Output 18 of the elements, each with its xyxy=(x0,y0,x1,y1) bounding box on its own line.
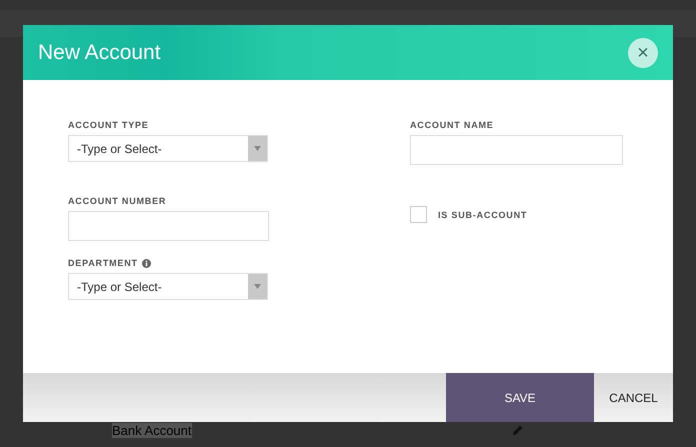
cancel-button[interactable]: CANCEL xyxy=(594,373,673,422)
field-label: DEPARTMENT xyxy=(68,258,138,268)
dialog-title: New Account xyxy=(38,40,161,64)
field-label: ACCOUNT TYPE xyxy=(68,120,149,130)
field-label: ACCOUNT NAME xyxy=(410,120,494,130)
pencil-icon[interactable] xyxy=(512,424,524,436)
text-field[interactable] xyxy=(68,211,269,241)
select-field[interactable]: -Type or Select- xyxy=(68,273,268,300)
close-button[interactable]: × xyxy=(628,38,658,68)
checkbox-label: IS SUB-ACCOUNT xyxy=(438,210,528,220)
select-field[interactable]: -Type or Select- xyxy=(68,135,268,162)
checkbox[interactable] xyxy=(410,206,427,223)
save-button[interactable]: SAVE xyxy=(446,373,594,422)
caret-icon xyxy=(254,146,261,151)
field-label: ACCOUNT NUMBER xyxy=(68,196,166,206)
text-field[interactable] xyxy=(410,135,623,165)
table-cell: Bank Account xyxy=(112,422,192,438)
caret-icon xyxy=(254,284,261,289)
